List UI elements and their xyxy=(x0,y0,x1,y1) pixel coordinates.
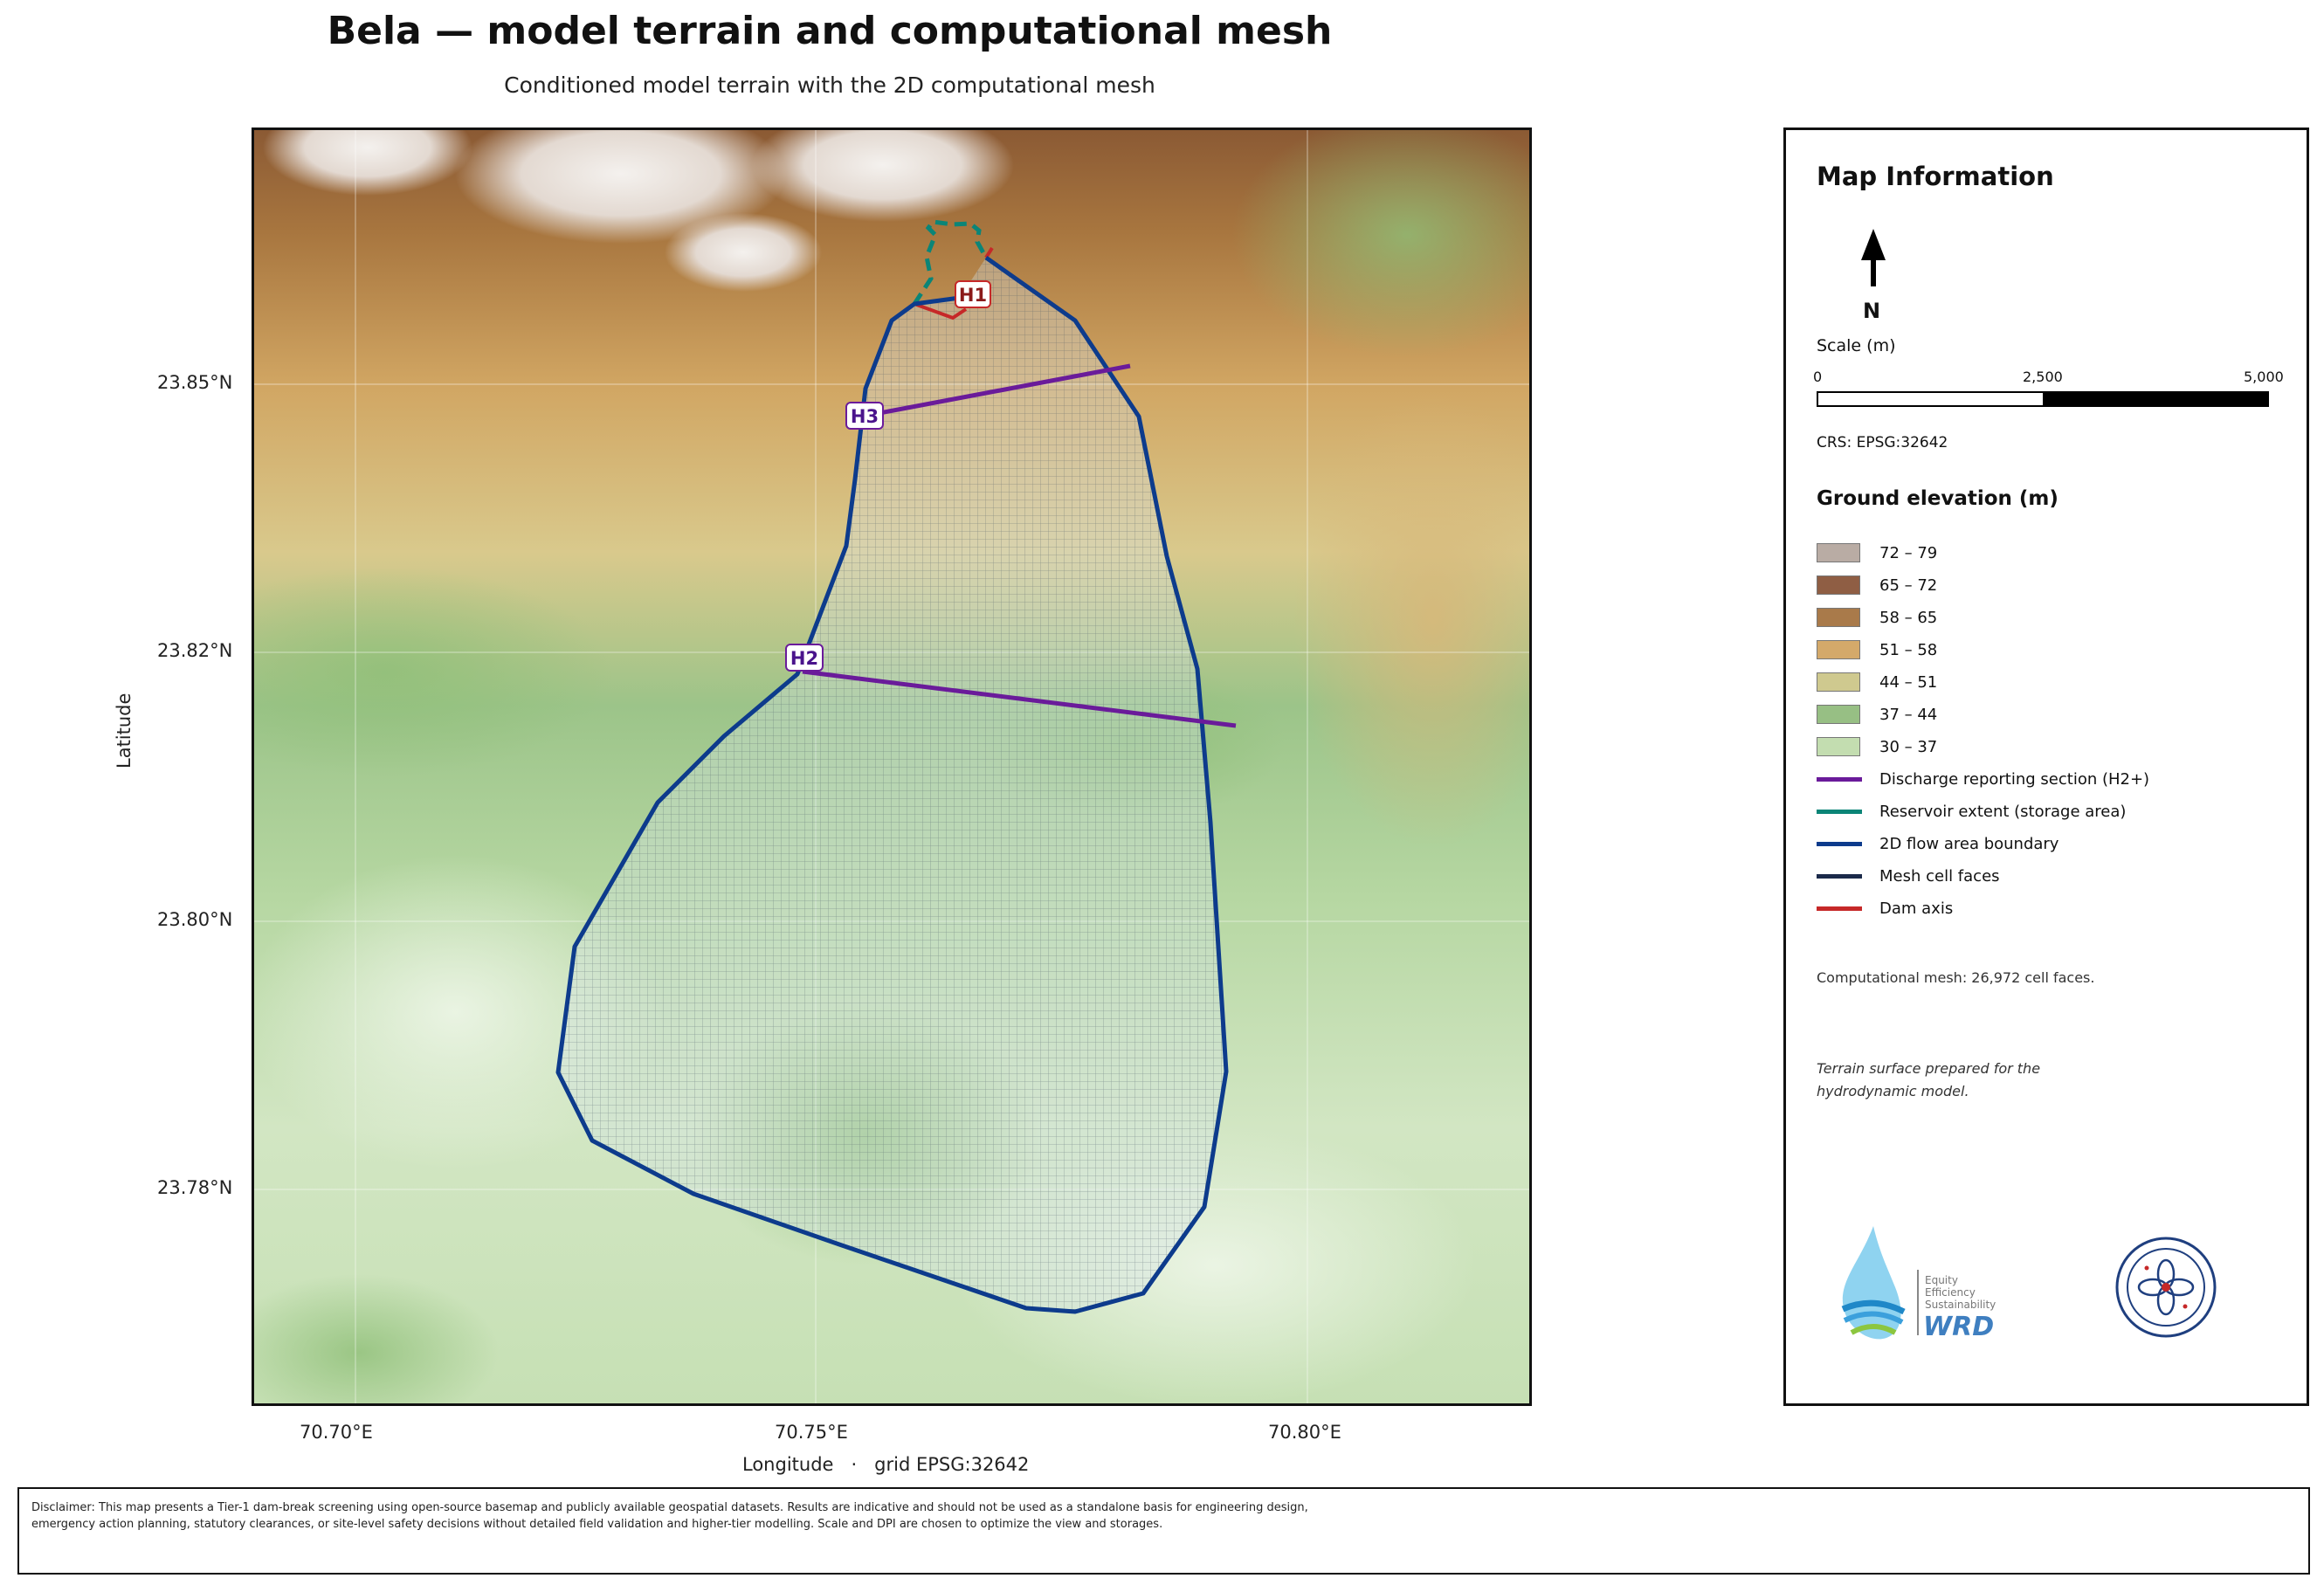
mesh-note: Computational mesh: 26,972 cell faces. xyxy=(1817,969,2095,986)
map-title: Bela — model terrain and computational m… xyxy=(327,9,1333,53)
y-tick-label: 23.78°N xyxy=(157,1177,233,1198)
section-h1-label[interactable]: H1 xyxy=(955,280,991,308)
wrd-logo: Equity Efficiency Sustainability WRD xyxy=(1841,1226,1996,1342)
svg-text:H3: H3 xyxy=(851,406,879,427)
legend-line xyxy=(1817,906,1862,911)
legend-item-elev: 72 – 79 xyxy=(1817,540,1937,566)
x-axis-label: Longitude · grid EPSG:32642 xyxy=(742,1454,1030,1475)
y-tick-label: 23.80°N xyxy=(157,909,233,930)
map-information-panel: Map Information N Scale (m) 0 2,500 5,00… xyxy=(1783,127,2309,1406)
terrain-note: Terrain surface prepared for the hydrody… xyxy=(1817,1060,2041,1099)
legend-item-flow-boundary: 2D flow area boundary xyxy=(1817,830,2058,857)
section-h3-label[interactable]: H3 xyxy=(845,402,884,430)
legend-item-mesh: Mesh cell faces xyxy=(1817,863,2000,889)
legend-swatch xyxy=(1817,737,1860,756)
legend-swatch xyxy=(1817,672,1860,692)
north-label: N xyxy=(1863,299,1881,323)
map-canvas[interactable]: H1 H3 H2 xyxy=(252,127,1532,1406)
legend-title: Ground elevation (m) xyxy=(1817,487,2058,510)
scale-label-0: 0 xyxy=(1813,369,1823,385)
legend-line xyxy=(1817,776,1862,782)
y-tick-label: 23.85°N xyxy=(157,372,233,393)
legend-swatch xyxy=(1817,640,1860,659)
legend-swatch xyxy=(1817,705,1860,724)
svg-text:H1: H1 xyxy=(959,285,987,306)
legend-swatch xyxy=(1817,608,1860,627)
legend-item-dam: Dam axis xyxy=(1817,895,1953,921)
legend-item-elev: 37 – 44 xyxy=(1817,701,1937,727)
svg-text:Efficiency: Efficiency xyxy=(1925,1286,1976,1299)
section-h2-label[interactable]: H2 xyxy=(785,644,824,672)
legend-item-elev: 65 – 72 xyxy=(1817,572,1937,598)
legend-item-elev: 30 – 37 xyxy=(1817,734,1937,760)
legend-line xyxy=(1817,873,1862,879)
terrain-map: H1 H3 H2 xyxy=(254,130,1529,1403)
x-tick-label: 70.70°E xyxy=(300,1422,373,1443)
x-tick-label: 70.80°E xyxy=(1268,1422,1341,1443)
y-axis-label: Latitude xyxy=(114,693,134,768)
institute-seal-logo xyxy=(2115,1237,2217,1338)
legend-line xyxy=(1817,841,1862,846)
legend-item-elev: 58 – 65 xyxy=(1817,604,1937,631)
legend-line xyxy=(1817,809,1862,814)
scale-title: Scale (m) xyxy=(1817,336,1896,355)
svg-text:Equity: Equity xyxy=(1925,1274,1958,1286)
svg-text:WRD: WRD xyxy=(1923,1312,1994,1342)
legend-swatch xyxy=(1817,575,1860,595)
legend-item-section: Discharge reporting section (H2+) xyxy=(1817,766,2149,792)
y-tick-label: 23.82°N xyxy=(157,640,233,661)
map-subtitle: Conditioned model terrain with the 2D co… xyxy=(504,72,1155,98)
scale-label-mid: 2,500 xyxy=(2023,369,2063,385)
x-tick-label: 70.75°E xyxy=(775,1422,848,1443)
svg-text:H2: H2 xyxy=(790,648,818,669)
panel-title: Map Information xyxy=(1817,162,2054,191)
legend-item-reservoir: Reservoir extent (storage area) xyxy=(1817,798,2126,824)
scale-bar xyxy=(1817,391,2269,407)
legend-item-elev: 51 – 58 xyxy=(1817,637,1937,663)
disclaimer-text: Disclaimer: This map presents a Tier-1 d… xyxy=(31,1501,1308,1531)
svg-text:Sustainability: Sustainability xyxy=(1925,1299,1996,1311)
scale-label-end: 5,000 xyxy=(2244,369,2284,385)
disclaimer-box: Disclaimer: This map presents a Tier-1 d… xyxy=(17,1487,2310,1575)
legend-swatch xyxy=(1817,543,1860,562)
legend-item-elev: 44 – 51 xyxy=(1817,669,1937,695)
crs-label: CRS: EPSG:32642 xyxy=(1817,434,1948,451)
